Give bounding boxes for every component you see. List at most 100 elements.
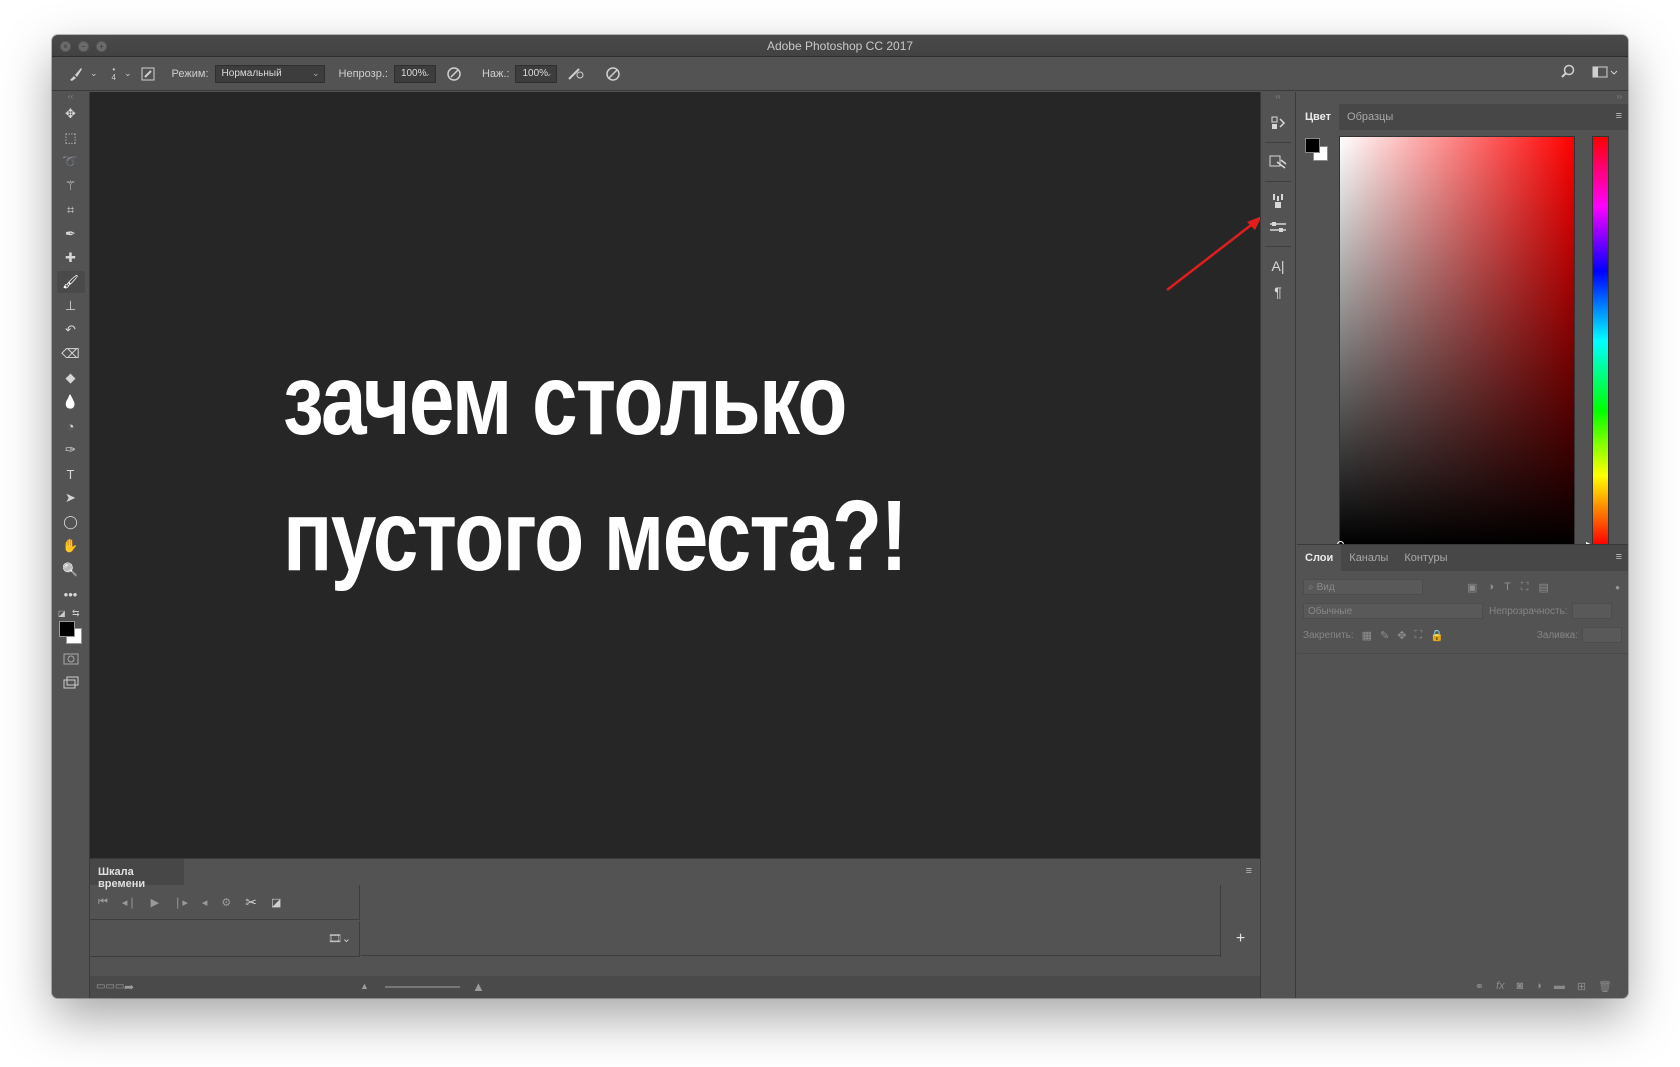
brush-size-picker[interactable]: • 4 bbox=[112, 65, 116, 82]
add-mask-icon[interactable]: ◙ bbox=[1517, 980, 1524, 992]
first-frame-icon[interactable]: ⏮ bbox=[98, 896, 108, 909]
eraser-icon[interactable]: ⌫ bbox=[57, 343, 85, 365]
hand-icon[interactable]: ✋ bbox=[57, 535, 85, 557]
blend-mode-select[interactable]: Обычные bbox=[1303, 603, 1483, 619]
workspace-switcher-icon[interactable] bbox=[1592, 64, 1618, 83]
character-panel-icon[interactable]: A| bbox=[1265, 253, 1291, 279]
lock-transparent-icon[interactable]: ▦ bbox=[1362, 629, 1372, 642]
screen-mode-icon[interactable] bbox=[57, 672, 85, 694]
tab-channels[interactable]: Каналы bbox=[1341, 545, 1396, 571]
clone-source-panel-icon[interactable] bbox=[1265, 149, 1291, 175]
paragraph-panel-icon[interactable]: ¶ bbox=[1265, 279, 1291, 305]
flow-input[interactable]: 100% ⌄ bbox=[515, 64, 558, 83]
opacity-input[interactable]: 100% ⌄ bbox=[393, 64, 436, 83]
play-icon[interactable]: ▶ bbox=[151, 896, 159, 909]
new-layer-icon[interactable]: ⊞ bbox=[1577, 980, 1586, 993]
crop-icon[interactable]: ⌗ bbox=[57, 199, 85, 221]
blur-icon[interactable]: 💧 bbox=[57, 391, 85, 413]
lasso-icon[interactable]: ➰ bbox=[57, 151, 85, 173]
layer-opacity-input[interactable] bbox=[1571, 603, 1612, 619]
quick-mask-icon[interactable] bbox=[57, 648, 85, 670]
paint-bucket-icon[interactable]: ◆ bbox=[57, 367, 85, 389]
panel-menu-icon[interactable]: ≡ bbox=[1616, 110, 1622, 122]
film-strip-icon[interactable]: 🎞⌄ bbox=[328, 932, 351, 945]
pressure-opacity-icon[interactable] bbox=[446, 66, 462, 82]
hue-slider[interactable] bbox=[1592, 136, 1609, 546]
brush-tool-preset-icon[interactable] bbox=[68, 66, 84, 82]
link-layers-icon[interactable]: ⚭ bbox=[1475, 980, 1484, 993]
swap-colors-icon[interactable]: ⇆ bbox=[72, 608, 80, 619]
lock-artboard-icon[interactable]: ⛶ bbox=[1415, 629, 1423, 642]
more-icon[interactable]: ••• bbox=[57, 583, 85, 605]
lock-image-icon[interactable]: ✎ bbox=[1380, 629, 1389, 642]
lock-all-icon[interactable]: 🔒 bbox=[1430, 629, 1444, 642]
settings-gear-icon[interactable]: ⚙ bbox=[221, 896, 231, 909]
filter-shape-icon[interactable]: ⛶ bbox=[1521, 581, 1529, 594]
history-panel-icon[interactable] bbox=[1265, 110, 1291, 136]
brush-presets-panel-icon[interactable] bbox=[1265, 188, 1291, 214]
tab-paths[interactable]: Контуры bbox=[1396, 545, 1455, 571]
new-group-icon[interactable]: ▬ bbox=[1554, 980, 1565, 992]
brush-icon[interactable]: 🖌 bbox=[56, 271, 85, 293]
foreground-color-swatch[interactable] bbox=[1305, 138, 1320, 153]
panel-menu-icon[interactable]: ≡ bbox=[1246, 865, 1252, 877]
filter-toggle-icon[interactable]: ● bbox=[1615, 583, 1620, 592]
chevron-down-icon[interactable]: ⌄ bbox=[124, 68, 132, 79]
shape-icon[interactable]: ◯ bbox=[57, 511, 85, 533]
fill-input[interactable] bbox=[1582, 627, 1622, 643]
tab-color[interactable]: Цвет bbox=[1297, 104, 1340, 130]
layers-list[interactable] bbox=[1297, 653, 1628, 974]
collapse-panels-icon[interactable]: ›› bbox=[1297, 92, 1628, 104]
history-brush-icon[interactable]: ↶ bbox=[57, 319, 85, 341]
dodge-icon[interactable]: ◔ bbox=[57, 415, 85, 437]
previous-frame-icon[interactable]: ◂❘ bbox=[122, 896, 137, 909]
layer-filter-select[interactable]: ⌕ Вид bbox=[1303, 579, 1423, 595]
timeline-zoom-slider[interactable]: ▲ ▲ bbox=[360, 979, 500, 994]
search-icon[interactable] bbox=[1560, 64, 1576, 83]
tab-timeline[interactable]: Шкала времени bbox=[90, 859, 184, 890]
chevron-down-icon[interactable]: ⌄ bbox=[90, 68, 98, 79]
mode-select[interactable]: Нормальный ⌄ bbox=[214, 64, 325, 83]
audio-icon[interactable]: ◂ bbox=[202, 896, 208, 909]
delete-layer-icon[interactable]: 🗑 bbox=[1598, 980, 1612, 993]
magic-wand-icon[interactable]: ⚚ bbox=[57, 175, 85, 197]
tab-swatches[interactable]: Образцы bbox=[1339, 104, 1401, 130]
eyedropper-icon[interactable]: ✒ bbox=[57, 223, 85, 245]
lock-position-icon[interactable]: ✥ bbox=[1397, 629, 1406, 642]
expand-dock-icon[interactable]: ‹‹ bbox=[1261, 92, 1295, 106]
frame-animation-icon[interactable]: ▭▭▭ bbox=[96, 981, 124, 992]
zoom-out-icon[interactable]: ▲ bbox=[360, 981, 369, 991]
zoom-in-icon[interactable]: ▲ bbox=[472, 979, 485, 994]
healing-icon[interactable]: ✚ bbox=[57, 247, 85, 269]
marquee-icon[interactable]: ⬚ bbox=[57, 127, 85, 149]
type-icon[interactable]: T bbox=[57, 463, 85, 485]
split-scissors-icon[interactable]: ✂ bbox=[245, 894, 257, 911]
color-saturation-field[interactable] bbox=[1337, 136, 1575, 548]
filter-type-icon[interactable]: T bbox=[1504, 581, 1511, 594]
next-frame-icon[interactable]: ❘▸ bbox=[173, 896, 188, 909]
timeline-track-area[interactable] bbox=[361, 885, 1220, 956]
default-colors-icon[interactable]: ◪ bbox=[58, 609, 66, 618]
move-icon[interactable]: ✥ bbox=[57, 103, 85, 125]
collapse-toolbar-icon[interactable]: ‹‹ bbox=[52, 92, 89, 102]
add-media-icon[interactable]: + bbox=[1220, 885, 1260, 957]
stamp-icon[interactable]: ⊥ bbox=[57, 295, 85, 317]
layer-style-icon[interactable]: fx bbox=[1496, 980, 1505, 992]
zoom-track[interactable] bbox=[385, 986, 460, 988]
transition-icon[interactable]: ◪ bbox=[271, 896, 281, 909]
pen-icon[interactable]: ✑ bbox=[57, 439, 85, 461]
filter-adjustment-icon[interactable]: ◑ bbox=[1487, 581, 1494, 594]
adjustments-panel-icon[interactable] bbox=[1265, 214, 1291, 240]
adjustment-layer-icon[interactable]: ◑ bbox=[1535, 980, 1542, 992]
foreground-color-swatch[interactable] bbox=[59, 621, 75, 637]
filter-pixel-icon[interactable]: ▣ bbox=[1467, 581, 1477, 594]
brush-panel-toggle-icon[interactable] bbox=[140, 66, 156, 82]
path-select-icon[interactable]: ➤ bbox=[57, 487, 85, 509]
filter-smart-object-icon[interactable]: ▤ bbox=[1539, 581, 1549, 594]
render-video-icon[interactable]: ➦ bbox=[124, 980, 134, 994]
pressure-size-icon[interactable] bbox=[605, 66, 621, 82]
panel-menu-icon[interactable]: ≡ bbox=[1616, 551, 1622, 563]
document-canvas[interactable]: зачем столько пустого места?! bbox=[90, 92, 1262, 858]
tab-layers[interactable]: Слои bbox=[1297, 545, 1342, 571]
airbrush-icon[interactable] bbox=[567, 66, 585, 82]
